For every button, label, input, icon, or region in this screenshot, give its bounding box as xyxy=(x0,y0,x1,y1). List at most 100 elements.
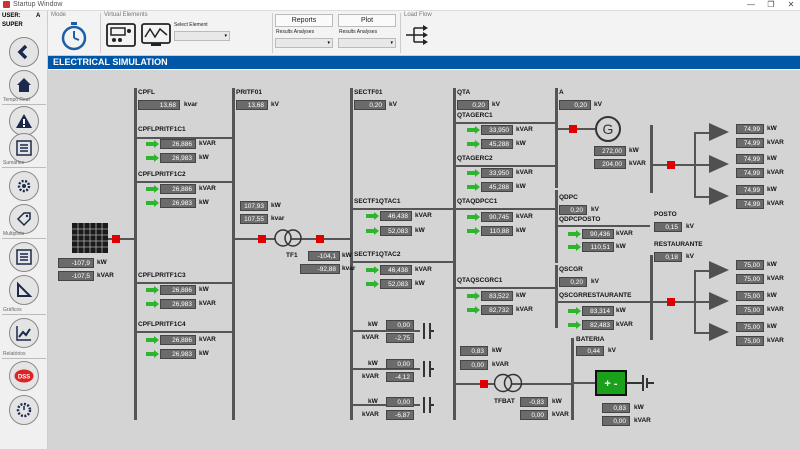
unit: kV xyxy=(591,206,599,213)
dss-button[interactable]: DSS xyxy=(9,361,39,391)
qtagerc1-line xyxy=(453,122,555,124)
loadflow-group-label: Load Flow xyxy=(404,12,432,18)
grid-q-value: -107,5 xyxy=(58,271,94,281)
unit: kW xyxy=(552,398,562,405)
unit: kW xyxy=(516,140,526,147)
multiplot-list-button[interactable] xyxy=(9,242,39,272)
reports-dropdown[interactable]: ▾ xyxy=(275,38,333,48)
warning-icon xyxy=(16,114,32,128)
restaurante-label: RESTAURANTE xyxy=(654,241,703,248)
c2-line xyxy=(134,181,232,183)
qtaqsc-line xyxy=(453,287,555,289)
flow-arrow-icon xyxy=(366,212,379,220)
section-label: Tempo Real xyxy=(3,97,30,103)
divider xyxy=(100,13,101,53)
virtual-group-label: Virtual Elements xyxy=(104,12,148,18)
tf1-secondary-breaker[interactable] xyxy=(316,235,324,243)
minimize-button[interactable]: — xyxy=(742,0,760,10)
plot-dropdown[interactable]: ▾ xyxy=(338,38,396,48)
unit: kV xyxy=(591,278,599,285)
load-triangle-icon xyxy=(709,292,729,310)
posto-voltage: 0,15 xyxy=(654,222,682,232)
restore-button[interactable]: ❐ xyxy=(762,0,780,10)
unit: kVAR xyxy=(616,321,633,328)
flow-arrow-icon xyxy=(568,243,581,251)
ruler-button[interactable] xyxy=(9,275,39,305)
load-line xyxy=(694,196,710,198)
dss-icon: DSS xyxy=(14,369,34,383)
qscgrrest-q-value: 82,483 xyxy=(582,320,614,330)
restaurante-load-value: 75,00 xyxy=(736,322,764,332)
load-line xyxy=(694,270,710,272)
section-label: Gráficos xyxy=(3,307,22,313)
c3-label: CPFLPRITF1C3 xyxy=(138,272,186,279)
unit: kW xyxy=(767,155,777,162)
meter-button[interactable] xyxy=(106,23,136,52)
unit: kW xyxy=(368,398,378,405)
unit: kV xyxy=(686,223,694,230)
reports-button[interactable]: Reports xyxy=(275,14,333,27)
restaurante-breaker[interactable] xyxy=(667,298,675,306)
qtaqdpcc1-label: QTAQDPCC1 xyxy=(457,198,498,205)
power-gear-icon xyxy=(16,402,32,418)
list-button[interactable] xyxy=(9,133,39,163)
close-button[interactable]: ✕ xyxy=(782,0,800,10)
home-button[interactable] xyxy=(9,70,39,100)
c3-p-value: 26,886 xyxy=(160,285,196,295)
qdpcposto-label: QDPCPOSTO xyxy=(559,216,601,223)
unit: kVAR xyxy=(767,139,784,146)
unit: kVAR xyxy=(415,266,432,273)
unit: kVAR xyxy=(767,306,784,313)
plot-button[interactable]: Plot xyxy=(338,14,396,27)
tf1-primary-breaker[interactable] xyxy=(258,235,266,243)
capacitor-icon xyxy=(423,323,434,339)
back-button[interactable] xyxy=(9,37,39,67)
c2-label: CPFLPRITF1C2 xyxy=(138,171,186,178)
unit: kW xyxy=(415,227,425,234)
posto-feed-line xyxy=(650,164,667,166)
unit: kVAR xyxy=(634,417,651,424)
qtagerc2-line xyxy=(453,165,555,167)
qscgr-label: QSCGR xyxy=(559,266,583,273)
tfbat-q-value: 0,00 xyxy=(520,410,548,420)
settings-button[interactable] xyxy=(9,171,39,201)
load-triangle-icon xyxy=(709,323,729,341)
q1-p-value: 46,438 xyxy=(380,211,412,221)
graphs-button[interactable] xyxy=(9,318,39,348)
unit: kVAR xyxy=(516,306,533,313)
unit: kW xyxy=(199,350,209,357)
divider xyxy=(2,314,46,315)
power-settings-button[interactable] xyxy=(9,395,39,425)
restaurante-voltage: 0,18 xyxy=(654,252,682,262)
qtagerc2-label: QTAGERC2 xyxy=(457,155,493,162)
posto-breaker[interactable] xyxy=(667,161,675,169)
bateria-voltage: 0,44 xyxy=(576,346,604,356)
load-triangle-icon xyxy=(709,187,729,205)
unit: kW xyxy=(616,307,626,314)
mode-button[interactable] xyxy=(60,21,88,56)
select-element-dropdown[interactable]: ▾ xyxy=(174,31,230,41)
gen-breaker[interactable] xyxy=(569,125,577,133)
oscilloscope-button[interactable] xyxy=(141,23,171,52)
qdpc-label: QDPC xyxy=(559,194,578,201)
qtaqsc-q-value: 82,732 xyxy=(481,305,513,315)
restaurante-load-value: 75,00 xyxy=(736,336,764,346)
cap1-p-value: 0,00 xyxy=(386,320,414,330)
alarms-button[interactable] xyxy=(9,106,39,136)
tag-button[interactable] xyxy=(9,204,39,234)
battery-icon: + - xyxy=(595,370,654,396)
load-triangle-icon xyxy=(709,123,729,141)
loadflow-button[interactable] xyxy=(404,24,430,51)
unit: kW xyxy=(516,183,526,190)
flow-arrow-icon xyxy=(467,227,480,235)
posto-bus xyxy=(650,125,653,193)
grid-breaker[interactable] xyxy=(112,235,120,243)
tfbat-breaker[interactable] xyxy=(480,380,488,388)
posto-link xyxy=(675,164,695,166)
transformer-icon xyxy=(274,229,302,247)
qscgr-bus xyxy=(555,265,558,328)
flow-arrow-icon xyxy=(146,286,159,294)
load-triangle-icon xyxy=(709,155,729,173)
load-line xyxy=(694,164,710,166)
qtaqdpcc1-line xyxy=(453,208,555,210)
